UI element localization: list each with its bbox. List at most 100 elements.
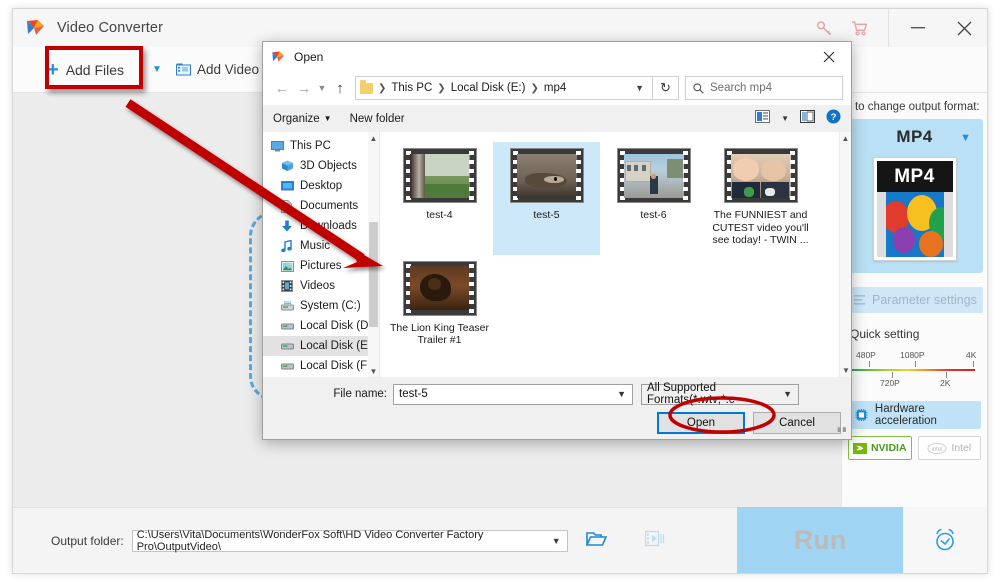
file-name-label: The Lion King Teaser Trailer #1 xyxy=(389,321,490,347)
file-name-row: File name: test-5 ▼ All Supported Format… xyxy=(263,382,851,406)
tree-scrollbar-thumb[interactable] xyxy=(369,222,378,327)
tree-item-3d-objects[interactable]: 3D Objects xyxy=(263,156,379,176)
breadcrumb-item-1[interactable]: Local Disk (E:) xyxy=(451,82,526,94)
refresh-icon[interactable]: ↻ xyxy=(653,76,679,100)
gpu-label-nvidia: NVIDIA xyxy=(870,442,907,454)
add-files-dropdown-icon[interactable]: ▼ xyxy=(152,64,162,75)
tree-item-local-disk-e[interactable]: Local Disk (E:) xyxy=(263,336,379,356)
gpu-chip-nvidia[interactable]: NVIDIA xyxy=(848,436,912,460)
chevron-down-icon[interactable]: ▼ xyxy=(552,536,561,546)
close-icon[interactable] xyxy=(807,42,851,71)
run-button[interactable]: Run xyxy=(737,507,903,573)
tree-item-videos[interactable]: Videos xyxy=(263,276,379,296)
chevron-down-icon[interactable]: ▼ xyxy=(783,389,792,399)
chevron-down-icon[interactable]: ▼ xyxy=(960,132,971,144)
chevron-down-icon[interactable]: ▼ xyxy=(368,365,379,377)
chevron-up-icon[interactable]: ▲ xyxy=(840,132,851,145)
add-files-button[interactable]: + Add Files xyxy=(47,60,124,80)
arrow-right-icon[interactable]: → xyxy=(293,76,315,100)
gpu-chip-intel[interactable]: intel Intel xyxy=(917,436,981,460)
recent-locations-icon[interactable]: ▼ xyxy=(315,83,329,93)
output-format-panel[interactable]: MP4 ▼ MP4 xyxy=(846,119,983,273)
tree-item-this-pc[interactable]: This PC xyxy=(263,136,379,156)
run-area: Run xyxy=(737,507,987,573)
file-list[interactable]: test-4 test-5 test-6 The FUNNIEST and CUTES… xyxy=(380,132,851,377)
chevron-down-icon[interactable]: ▼ xyxy=(635,83,644,93)
search-input[interactable]: Search mp4 xyxy=(685,76,843,100)
file-item[interactable]: test-5 xyxy=(493,142,600,255)
dialog-command-bar: Organize ▼ New folder ▼ ? xyxy=(263,105,851,132)
arrow-left-icon[interactable]: ← xyxy=(271,76,293,100)
merge-video-icon[interactable] xyxy=(644,530,665,552)
app-title: Video Converter xyxy=(57,20,164,36)
minimize-button[interactable] xyxy=(895,9,941,47)
resize-grip-icon[interactable]: ▘▘ xyxy=(838,428,849,437)
svg-text:intel: intel xyxy=(932,447,943,453)
file-name-input[interactable]: test-5 ▼ xyxy=(393,383,633,405)
breadcrumb-item-0[interactable]: This PC xyxy=(391,82,432,94)
chevron-down-icon[interactable]: ▼ xyxy=(781,114,789,123)
output-format-row[interactable]: MP4 ▼ xyxy=(852,127,977,147)
file-type-filter[interactable]: All Supported Formats(*.wtv;*.c ▼ xyxy=(641,382,799,406)
system-drive-icon xyxy=(281,300,295,312)
tree-item-pictures[interactable]: Pictures xyxy=(263,256,379,276)
navigation-tree[interactable]: This PC 3D Objects Desktop Documents Downloa… xyxy=(263,132,380,377)
tree-item-desktop[interactable]: Desktop xyxy=(263,176,379,196)
breadcrumb-item-2[interactable]: mp4 xyxy=(544,82,566,94)
new-folder-button[interactable]: New folder xyxy=(350,113,405,125)
chevron-down-icon[interactable]: ▼ xyxy=(840,364,851,377)
intel-icon: intel xyxy=(927,442,947,454)
breadcrumb[interactable]: ❯ This PC ❯ Local Disk (E:) ❯ mp4 ▼ xyxy=(355,76,653,100)
quick-setting-slider[interactable]: 480P 1080P 4K 720P 2K xyxy=(848,345,981,391)
file-list-scrollbar[interactable]: ▲ ▼ xyxy=(839,132,851,377)
navigation-tree-list: This PC 3D Objects Desktop Documents Downloa… xyxy=(263,132,379,376)
app-footer: Output folder: C:\Users\Vita\Documents\W… xyxy=(13,507,987,573)
file-item[interactable]: test-4 xyxy=(386,142,493,255)
tree-item-label: Local Disk (F:) xyxy=(300,360,375,372)
hardware-acceleration-button[interactable]: Hardware acceleration xyxy=(848,401,981,429)
arrow-up-icon[interactable]: ↑ xyxy=(329,76,351,100)
chevron-down-icon[interactable]: ▼ xyxy=(617,389,626,399)
output-settings-panel: k to change output format: MP4 ▼ MP4 Par… xyxy=(841,93,987,507)
tree-item-downloads[interactable]: Downloads xyxy=(263,216,379,236)
file-item[interactable]: test-6 xyxy=(600,142,707,255)
file-type-filter-value: All Supported Formats(*.wtv;*.c xyxy=(647,382,735,406)
change-format-hint: k to change output format: xyxy=(846,101,980,113)
alarm-clock-button[interactable] xyxy=(903,507,987,573)
tree-item-local-disk-f[interactable]: Local Disk (F:) xyxy=(263,356,379,376)
desktop-icon xyxy=(281,180,295,192)
dialog-title-bar: Open xyxy=(263,42,851,71)
tree-item-local-disk-d[interactable]: Local Disk (D:) xyxy=(263,316,379,336)
parameter-settings-button[interactable]: Parameter settings xyxy=(846,287,983,313)
cube-icon xyxy=(281,160,295,172)
output-format-name: MP4 xyxy=(896,127,933,146)
chip-icon xyxy=(855,409,868,421)
thumbnail-image xyxy=(623,153,684,198)
format-thumbnail-label: MP4 xyxy=(876,161,953,192)
file-item[interactable]: The FUNNIEST and CUTEST video you'll see… xyxy=(707,142,814,255)
chevron-up-icon[interactable]: ▲ xyxy=(368,132,379,144)
tree-item-system-c[interactable]: System (C:) xyxy=(263,296,379,316)
wonderfox-logo-icon xyxy=(271,50,286,64)
folder-open-icon[interactable] xyxy=(585,530,607,552)
format-thumbnail[interactable]: MP4 xyxy=(872,157,957,261)
tree-item-label: Documents xyxy=(300,200,359,212)
help-icon[interactable]: ? xyxy=(826,109,841,129)
cancel-button[interactable]: Cancel xyxy=(753,412,841,434)
view-layout-icon[interactable] xyxy=(755,109,771,128)
add-video-button[interactable]: Add Video xyxy=(175,62,259,77)
file-name-value: test-5 xyxy=(399,388,428,400)
close-button[interactable] xyxy=(941,9,987,47)
slider-track xyxy=(852,369,975,371)
film-perforation xyxy=(468,151,474,200)
open-button[interactable]: Open xyxy=(657,412,745,434)
preview-pane-icon[interactable] xyxy=(800,109,815,128)
file-name-label: test-4 xyxy=(426,209,453,221)
folder-icon xyxy=(360,79,373,94)
file-item[interactable]: The Lion King Teaser Trailer #1 xyxy=(386,255,493,355)
tree-scrollbar[interactable]: ▲ ▼ xyxy=(368,132,379,377)
tree-item-documents[interactable]: Documents xyxy=(263,196,379,216)
organize-button[interactable]: Organize ▼ xyxy=(273,113,332,125)
tree-item-music[interactable]: Music xyxy=(263,236,379,256)
output-folder-input[interactable]: C:\Users\Vita\Documents\WonderFox Soft\H… xyxy=(131,529,568,553)
